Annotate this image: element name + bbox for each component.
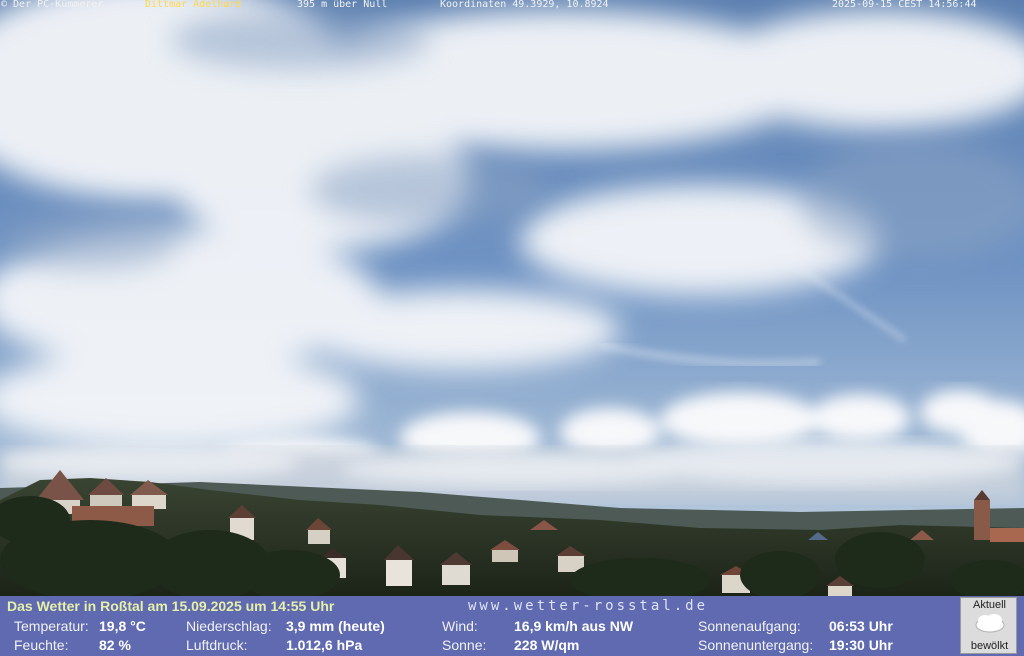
sun-value: 228 W/qm [514,637,580,653]
temperature-label: Temperatur: [14,618,89,634]
wind-label: Wind: [442,618,478,634]
church-tower [974,490,990,540]
sunrise-label: Sonnenaufgang: [698,618,801,634]
current-header: Aktuell [972,599,1007,611]
altitude-text: 395 m über Null [297,0,388,10]
sunset-label: Sonnenuntergang: [698,637,814,653]
humidity-value: 82 % [99,637,131,653]
copyright-prefix: © Der PC-Kümmerer [1,0,110,10]
pressure-value: 1.012,6 hPa [286,637,363,653]
timestamp-text: 2025-09-15 CEST 14:56:44 [832,0,977,10]
humidity-label: Feuchte: [14,637,69,653]
precipitation-value: 3,9 mm (heute) [286,618,385,634]
sunrise-value: 06:53 Uhr [829,618,893,634]
pressure-label: Luftdruck: [186,637,248,653]
current-condition-badge: Aktuell bewölkt [960,597,1017,654]
current-condition: bewölkt [970,640,1009,652]
cloud-icon [975,614,1005,633]
image-overlay-header: © Der PC-Kümmerer Dittmar Adelhard 395 m… [0,0,1024,11]
weather-panel: Das Wetter in Roßtal am 15.09.2025 um 14… [0,596,1024,656]
weather-title: Das Wetter in Roßtal am 15.09.2025 um 14… [7,598,335,614]
sun-label: Sonne: [442,637,487,653]
website-url[interactable]: www.wetter-rosstal.de [468,598,708,614]
webcam-image [0,0,1024,596]
sunset-value: 19:30 Uhr [829,637,893,653]
coordinates-text: Koordinaten 49.3929, 10.8924 [440,0,609,10]
precipitation-label: Niederschlag: [186,618,272,634]
copyright-name: Dittmar Adelhard [145,0,242,10]
temperature-value: 19,8 °C [99,618,146,634]
wind-value: 16,9 km/h aus NW [514,618,634,634]
